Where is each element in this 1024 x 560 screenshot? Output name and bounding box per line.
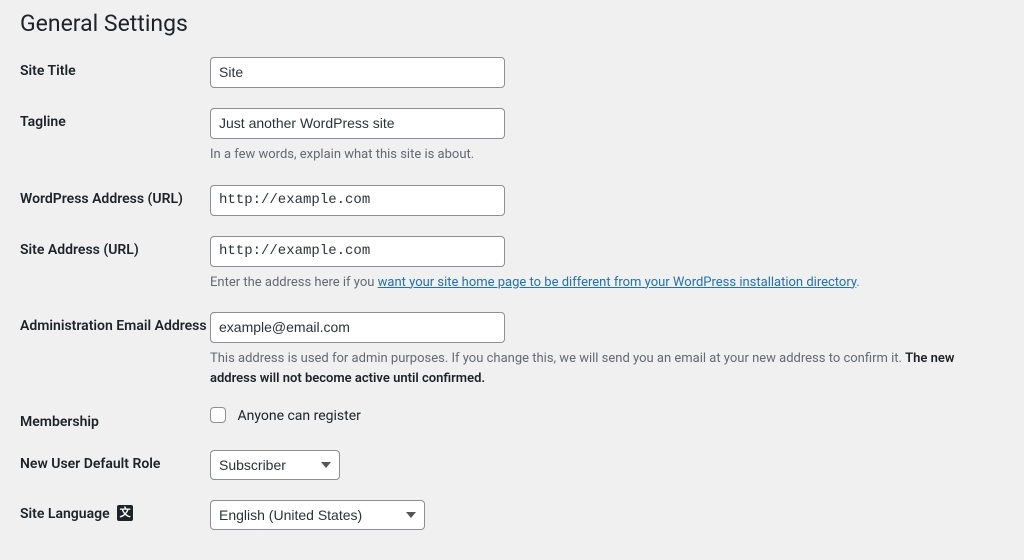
site-address-description: Enter the address here if you want your …	[210, 273, 1004, 293]
translate-icon: 文	[117, 505, 133, 521]
site-title-input[interactable]	[210, 57, 505, 88]
label-membership: Membership	[20, 408, 210, 430]
site-language-select[interactable]: English (United States)	[210, 500, 425, 530]
label-admin-email: Administration Email Address	[20, 312, 210, 334]
row-tagline: Tagline In a few words, explain what thi…	[20, 108, 1004, 165]
page-title: General Settings	[20, 10, 1004, 37]
membership-checkbox[interactable]	[210, 407, 226, 423]
membership-checkbox-label[interactable]: Anyone can register	[210, 408, 361, 424]
row-site-address: Site Address (URL) Enter the address her…	[20, 236, 1004, 293]
tagline-description: In a few words, explain what this site i…	[210, 145, 1004, 165]
admin-email-description: This address is used for admin purposes.…	[210, 349, 1004, 388]
row-default-role: New User Default Role Subscriber	[20, 450, 1004, 480]
label-default-role: New User Default Role	[20, 450, 210, 472]
row-site-title: Site Title	[20, 57, 1004, 88]
site-address-help-link[interactable]: want your site home page to be different…	[378, 275, 857, 290]
tagline-input[interactable]	[210, 108, 505, 139]
row-wp-address: WordPress Address (URL)	[20, 185, 1004, 216]
admin-email-input[interactable]	[210, 312, 505, 343]
site-address-input[interactable]	[210, 236, 505, 267]
label-tagline: Tagline	[20, 108, 210, 130]
label-site-address: Site Address (URL)	[20, 236, 210, 258]
label-site-language: Site Language 文	[20, 500, 210, 522]
wp-address-input[interactable]	[210, 185, 505, 216]
default-role-select[interactable]: Subscriber	[210, 450, 340, 480]
row-site-language: Site Language 文 English (United States)	[20, 500, 1004, 530]
row-admin-email: Administration Email Address This addres…	[20, 312, 1004, 388]
row-membership: Membership Anyone can register	[20, 408, 1004, 430]
label-site-title: Site Title	[20, 57, 210, 79]
label-wp-address: WordPress Address (URL)	[20, 185, 210, 207]
